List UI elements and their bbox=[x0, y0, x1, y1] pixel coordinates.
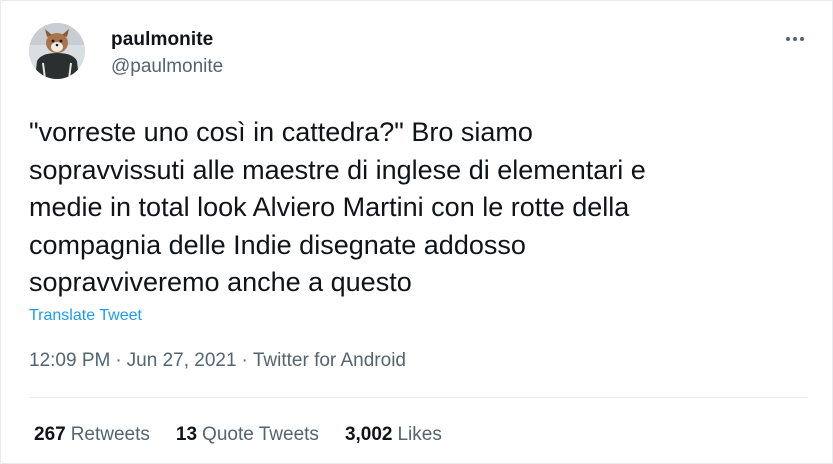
author-handle[interactable]: @paulmonite bbox=[111, 56, 223, 78]
author-display-name[interactable]: paulmonite bbox=[111, 29, 213, 51]
tweet-stats: 267 Retweets 13 Quote Tweets 3,002 Likes bbox=[34, 424, 442, 446]
tweet-date[interactable]: Jun 27, 2021 bbox=[127, 350, 237, 371]
tweet-time[interactable]: 12:09 PM bbox=[29, 350, 110, 371]
retweets-stat[interactable]: 267 Retweets bbox=[34, 424, 150, 446]
avatar[interactable] bbox=[29, 23, 85, 79]
tweet-source[interactable]: Twitter for Android bbox=[253, 350, 406, 371]
more-dot bbox=[786, 37, 790, 41]
meta-separator: · bbox=[115, 350, 122, 371]
likes-count: 3,002 bbox=[344, 424, 393, 445]
retweets-label: Retweets bbox=[70, 424, 150, 445]
more-dot bbox=[800, 37, 804, 41]
avatar-image bbox=[29, 23, 85, 79]
tweet-meta: 12:09 PM · Jun 27, 2021 · Twitter for Androi… bbox=[29, 350, 406, 372]
more-options-icon[interactable] bbox=[781, 29, 809, 49]
translate-tweet-link[interactable]: Translate Tweet bbox=[29, 307, 142, 325]
divider bbox=[29, 397, 808, 398]
likes-stat[interactable]: 3,002 Likes bbox=[345, 424, 442, 446]
quote-tweets-count: 13 bbox=[175, 424, 198, 445]
tweet-card: paulmonite @paulmonite "vorreste uno cos… bbox=[0, 0, 833, 464]
meta-separator: · bbox=[241, 350, 248, 371]
tweet-text: "vorreste uno così in cattedra?" Bro sia… bbox=[29, 117, 646, 297]
quote-tweets-label: Quote Tweets bbox=[202, 424, 319, 445]
quote-tweets-stat[interactable]: 13 Quote Tweets bbox=[176, 424, 319, 446]
likes-label: Likes bbox=[397, 424, 442, 445]
more-dot bbox=[793, 37, 797, 41]
retweets-count: 267 bbox=[34, 424, 66, 445]
